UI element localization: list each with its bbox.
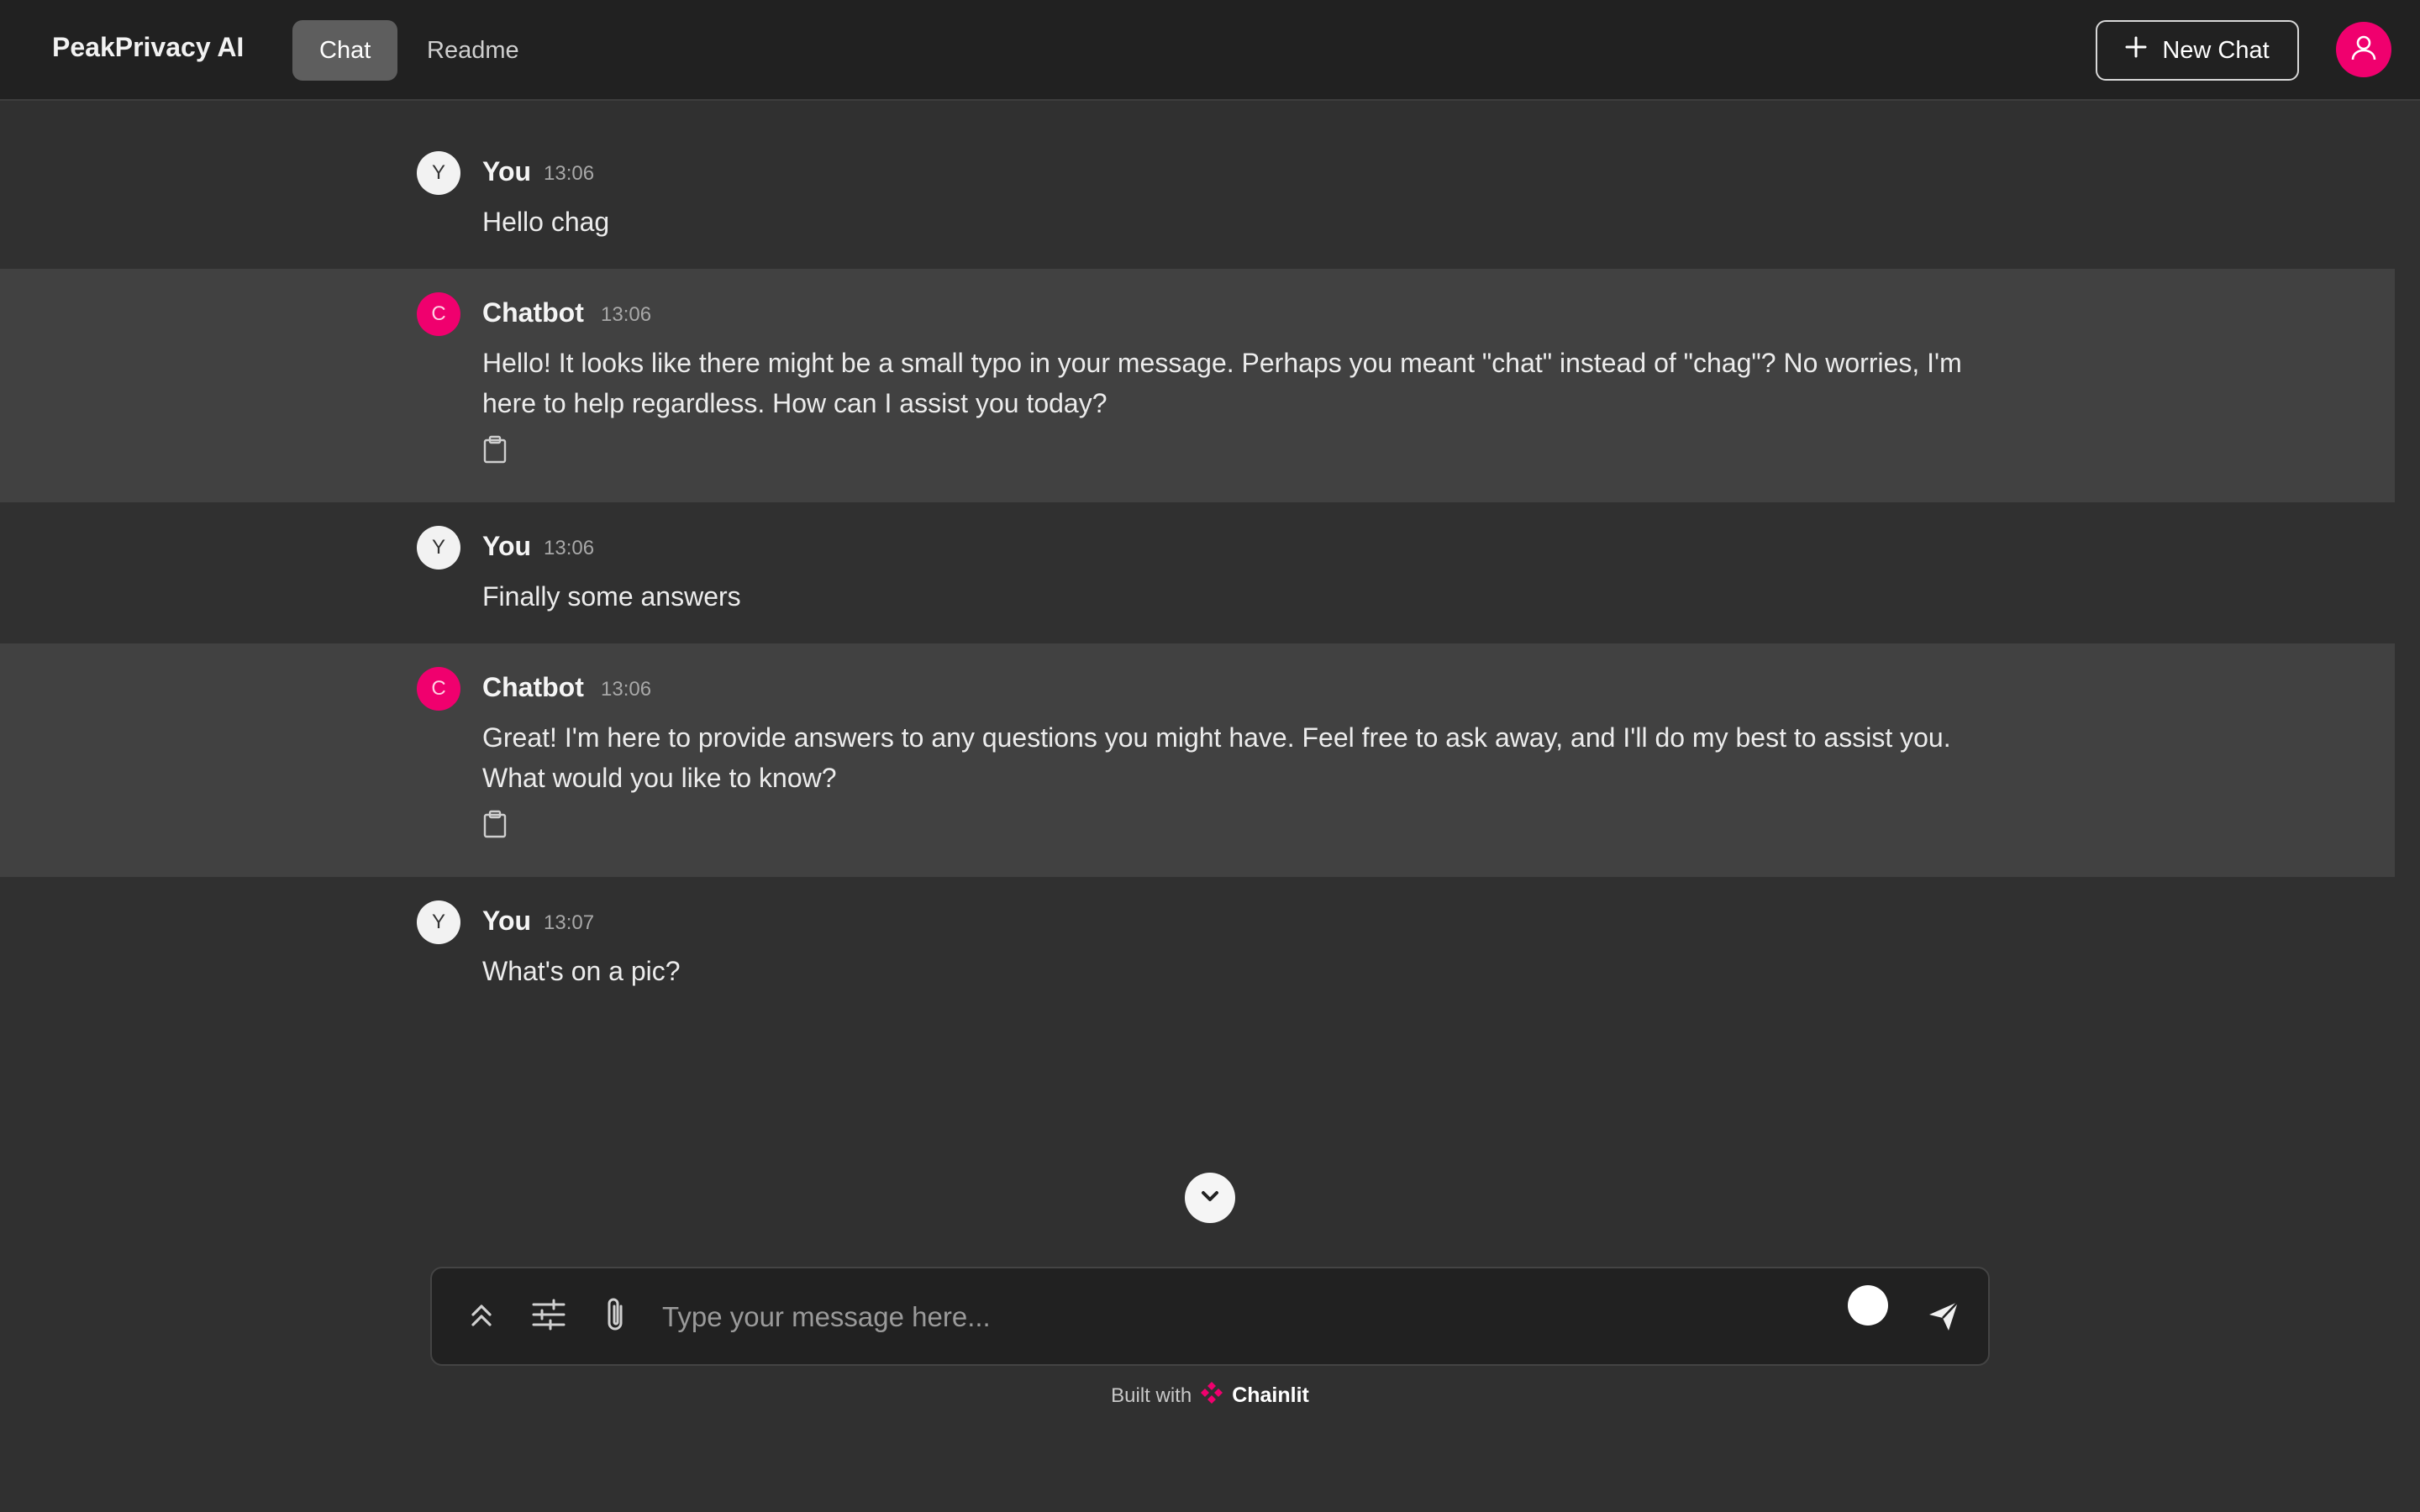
top-bar: PeakPrivacy AI Chat Readme New Chat <box>0 0 2420 101</box>
send-icon <box>1927 1299 1960 1337</box>
message-author: You <box>482 156 532 186</box>
built-with-text: Built with <box>1111 1383 1192 1407</box>
avatar: Y <box>417 151 460 195</box>
message-time: 13:06 <box>544 537 595 559</box>
settings-button[interactable] <box>529 1297 568 1336</box>
user-menu-button[interactable] <box>2336 22 2391 77</box>
scroll-to-bottom-button[interactable] <box>1185 1173 1235 1223</box>
message-author: Chatbot <box>482 672 584 702</box>
message-text: Great! I'm here to provide answers to an… <box>482 722 1951 793</box>
message-text: What's on a pic? <box>482 956 681 986</box>
avatar: Y <box>417 526 460 570</box>
new-chat-button[interactable]: New Chat <box>2096 20 2299 81</box>
message-input[interactable] <box>660 1290 1420 1344</box>
tab-readme[interactable]: Readme <box>400 20 546 81</box>
avatar: C <box>417 292 460 336</box>
chainlit-logo-icon <box>1198 1379 1225 1412</box>
chevrons-up-icon <box>468 1299 495 1334</box>
copy-button[interactable] <box>482 810 508 838</box>
app-title: PeakPrivacy AI <box>52 32 245 62</box>
avatar: C <box>417 667 460 711</box>
message-text: Hello! It looks like there might be a sm… <box>482 348 1962 418</box>
message-composer <box>430 1267 1990 1366</box>
clipboard-icon <box>482 435 508 467</box>
message-time: 13:07 <box>544 911 595 934</box>
plus-icon <box>2125 36 2147 65</box>
message-row: Y You 13:06 Hello chag <box>0 102 2395 269</box>
clipboard-icon <box>482 810 508 842</box>
message-row: Y You 13:06 Finally some answers <box>0 502 2395 643</box>
new-chat-label: New Chat <box>2162 36 2270 64</box>
message-time: 13:06 <box>601 303 652 326</box>
avatar: Y <box>417 900 460 944</box>
chainlit-link[interactable]: Chainlit <box>1232 1383 1309 1408</box>
footer: Built with Chainlit <box>0 1379 2420 1412</box>
message-author: You <box>482 531 532 561</box>
message-time: 13:06 <box>544 162 595 185</box>
message-text: Hello chag <box>482 207 610 237</box>
message-author: Chatbot <box>482 297 584 328</box>
copy-button[interactable] <box>482 435 508 464</box>
message-row: Y You 13:07 What's on a pic? <box>0 877 2395 1028</box>
sliders-icon <box>532 1299 566 1335</box>
user-icon <box>2349 34 2378 66</box>
expand-button[interactable] <box>462 1297 501 1336</box>
send-button[interactable] <box>1923 1297 1965 1339</box>
message-row: C Chatbot 13:06 Hello! It looks like the… <box>0 269 2395 502</box>
tab-chat[interactable]: Chat <box>292 20 398 81</box>
message-time: 13:06 <box>601 678 652 701</box>
message-text: Finally some answers <box>482 581 741 612</box>
attach-button[interactable] <box>597 1297 635 1336</box>
message-row: C Chatbot 13:06 Great! I'm here to provi… <box>0 643 2395 877</box>
message-author: You <box>482 906 532 936</box>
paperclip-icon <box>604 1296 628 1337</box>
voice-button[interactable] <box>1848 1285 1888 1326</box>
chevron-down-icon <box>1198 1184 1222 1212</box>
